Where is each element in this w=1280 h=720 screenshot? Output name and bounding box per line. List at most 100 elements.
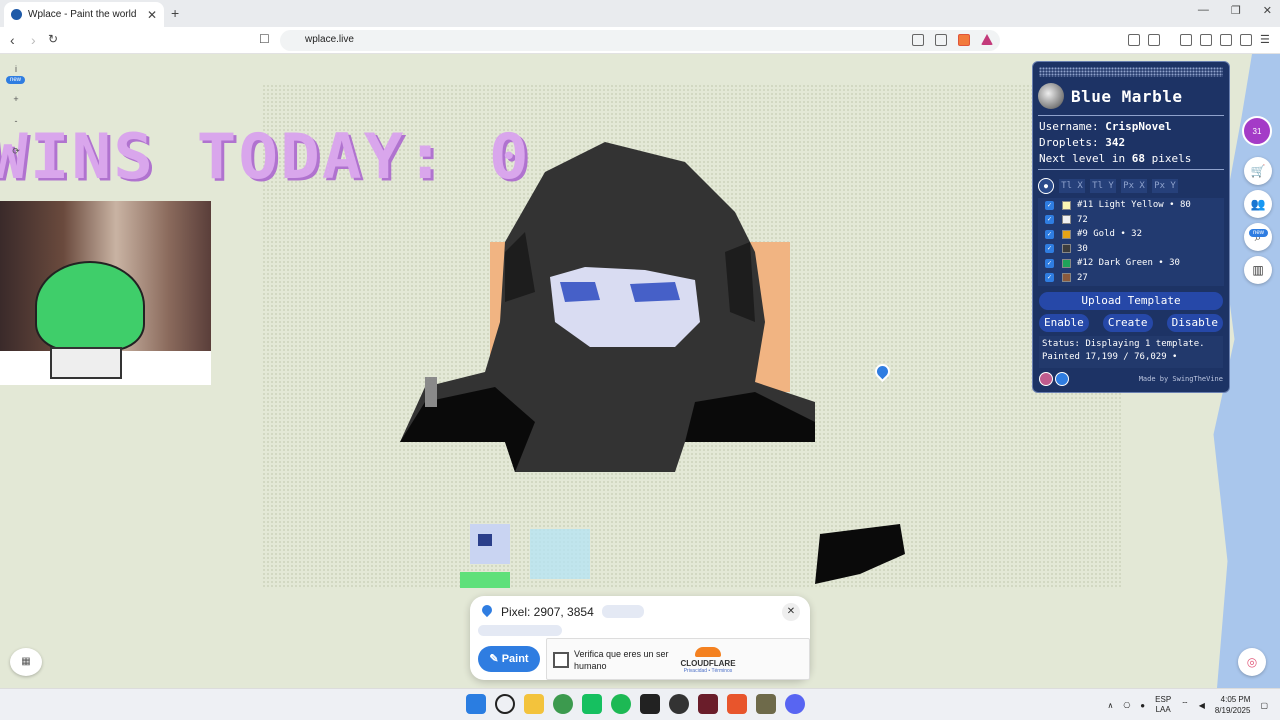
share-icon[interactable] xyxy=(935,34,947,46)
next-level-line: Next level in 68 pixels xyxy=(1039,152,1223,165)
color-checkbox[interactable]: ✓ xyxy=(1045,258,1054,268)
alliance-button[interactable]: 👥 xyxy=(1244,190,1272,218)
color-label: 27 xyxy=(1077,272,1088,283)
language-indicator[interactable]: ESP LAA xyxy=(1155,695,1171,715)
website-icon[interactable] xyxy=(1055,372,1069,386)
drag-handle[interactable] xyxy=(1039,67,1223,77)
create-button[interactable]: Create xyxy=(1102,314,1153,332)
enable-button[interactable]: Enable xyxy=(1039,314,1089,332)
color-item[interactable]: ✓ #9 Gold • 32 xyxy=(1038,227,1224,242)
forward-button[interactable]: › xyxy=(31,32,36,48)
pixel-x-input[interactable]: Px X xyxy=(1121,179,1147,193)
keyboard-drawing xyxy=(50,347,122,379)
url-field[interactable]: wplace.live xyxy=(280,30,1000,51)
color-filter-list[interactable]: ✓ #11 Light Yellow • 80 ✓ 72 ✓ #9 Gold • 32 ✓ 3… xyxy=(1038,198,1224,286)
wifi-icon[interactable]: ⌔ xyxy=(1181,700,1189,710)
search-button[interactable]: ⌕ xyxy=(1244,223,1272,251)
network-icon[interactable]: ⎔ xyxy=(1123,701,1130,710)
droplets-value: 342 xyxy=(1105,136,1126,149)
tab-search-icon[interactable] xyxy=(1148,34,1160,46)
leo-ai-icon[interactable] xyxy=(1220,34,1232,46)
green-app-icon[interactable] xyxy=(582,694,602,714)
captcha-checkbox[interactable] xyxy=(553,652,569,668)
cloudflare-links[interactable]: Privacidad • Términos xyxy=(678,668,738,674)
clock[interactable]: 4:05 PM 8/19/2025 xyxy=(1215,694,1251,716)
lang-top: ESP xyxy=(1155,695,1172,704)
color-checkbox[interactable]: ✓ xyxy=(1045,200,1054,210)
app-icon[interactable] xyxy=(669,694,689,714)
color-item[interactable]: ✓ 30 xyxy=(1038,242,1224,257)
new-tab-button[interactable]: + xyxy=(171,5,179,21)
tab-wplace[interactable]: Wplace - Paint the world ✕ xyxy=(4,2,164,27)
chrome-icon[interactable] xyxy=(553,694,573,714)
close-panel-button[interactable]: ✕ xyxy=(782,603,800,621)
brave-rewards-icon[interactable] xyxy=(981,34,993,45)
wallet-icon[interactable] xyxy=(1200,34,1212,46)
mic-icon[interactable]: ● xyxy=(1140,701,1145,710)
store-button[interactable]: 🛒 xyxy=(1244,157,1272,185)
brave-shields-icon[interactable] xyxy=(958,34,970,46)
color-checkbox[interactable]: ✓ xyxy=(1045,273,1054,283)
maximize-button[interactable]: ❐ xyxy=(1231,4,1241,17)
minecraft-icon[interactable] xyxy=(756,694,776,714)
faded-artwork xyxy=(460,524,905,588)
cast-icon[interactable] xyxy=(912,34,924,46)
settings-icon[interactable] xyxy=(1039,372,1053,386)
color-item[interactable]: ✓ #12 Dark Green • 30 xyxy=(1038,256,1224,271)
next-level-prefix: Next level in xyxy=(1039,152,1126,165)
color-checkbox[interactable]: ✓ xyxy=(1045,244,1054,254)
vpn-icon[interactable] xyxy=(1240,34,1252,46)
pin-coords-button[interactable]: ● xyxy=(1038,178,1054,194)
tile-y-input[interactable]: Tl Y xyxy=(1090,179,1116,193)
upload-template-button[interactable]: Upload Template xyxy=(1039,292,1223,310)
color-checkbox[interactable]: ✓ xyxy=(1045,229,1054,239)
leaderboard-button[interactable]: ▥ xyxy=(1244,256,1272,284)
sidebar-icon[interactable] xyxy=(1180,34,1192,46)
extensions-icon[interactable] xyxy=(1128,34,1140,46)
tab-bar: Wplace - Paint the world ✕ + — ❐ ✕ xyxy=(0,0,1280,27)
tile-x-input[interactable]: Tl X xyxy=(1059,179,1085,193)
spotify-icon[interactable] xyxy=(611,694,631,714)
volume-icon[interactable]: ◀ xyxy=(1199,701,1205,710)
zoom-out-button[interactable]: - xyxy=(6,116,26,132)
bookmark-icon[interactable]: ☐ xyxy=(259,32,270,46)
next-level-suffix: pixels xyxy=(1151,152,1192,165)
color-item[interactable]: ✓ 27 xyxy=(1038,271,1224,286)
map-layers-button[interactable]: ▦ xyxy=(10,648,42,676)
avatar[interactable]: 31 xyxy=(1242,116,1272,146)
time: 4:05 PM xyxy=(1220,695,1251,704)
globe-icon xyxy=(1038,83,1064,109)
username-label: Username: xyxy=(1039,120,1099,133)
coords-row: ● Tl X Tl Y Px X Px Y xyxy=(1038,178,1224,194)
back-button[interactable]: ‹ xyxy=(10,32,15,48)
color-item[interactable]: ✓ 72 xyxy=(1038,213,1224,228)
locate-button[interactable]: ◎ xyxy=(1238,648,1266,676)
zoom-in-button[interactable]: + xyxy=(6,94,26,110)
close-tab-icon[interactable]: ✕ xyxy=(147,8,157,22)
discord-icon[interactable] xyxy=(785,694,805,714)
status-box: Status: Displaying 1 template. Painted 1… xyxy=(1039,336,1223,368)
disable-button[interactable]: Disable xyxy=(1166,314,1223,332)
tray-chevron-icon[interactable]: ∧ xyxy=(1107,701,1113,710)
panel-title: Blue Marble xyxy=(1071,86,1183,106)
refresh-button[interactable]: ⟳ xyxy=(6,146,26,162)
search-icon[interactable] xyxy=(495,694,515,714)
paint-button[interactable]: ✎ Paint xyxy=(478,646,540,672)
app-icon[interactable] xyxy=(698,694,718,714)
color-swatch xyxy=(1062,200,1071,210)
notification-icon[interactable]: ▢ xyxy=(1260,701,1268,710)
new-badge-right: new xyxy=(1248,229,1268,237)
minimize-button[interactable]: — xyxy=(1198,4,1209,17)
terminal-icon[interactable] xyxy=(640,694,660,714)
color-label: #9 Gold • 32 xyxy=(1077,229,1143,240)
pixel-y-input[interactable]: Px Y xyxy=(1152,179,1178,193)
file-explorer-icon[interactable] xyxy=(524,694,544,714)
menu-icon[interactable]: ☰ xyxy=(1260,33,1270,46)
close-window-button[interactable]: ✕ xyxy=(1263,4,1272,17)
start-icon[interactable] xyxy=(466,694,486,714)
color-item[interactable]: ✓ #11 Light Yellow • 80 xyxy=(1038,198,1224,213)
color-checkbox[interactable]: ✓ xyxy=(1045,215,1054,225)
reload-button[interactable]: ↻ xyxy=(48,32,58,46)
brave-icon[interactable] xyxy=(727,694,747,714)
made-by-text: Made by SwingTheVine xyxy=(1138,375,1223,383)
